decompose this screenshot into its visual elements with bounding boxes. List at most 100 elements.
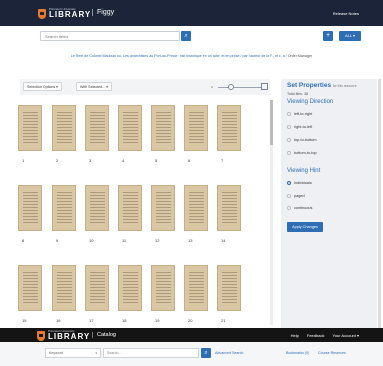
- breadcrumb-item-link[interactable]: Le Réel de Colonel Maubuis ou, Les anarc…: [71, 54, 285, 58]
- catalog-name[interactable]: Catalog: [92, 332, 116, 338]
- library-name: LIBRARY: [49, 10, 92, 19]
- radio-continuous[interactable]: continuous: [287, 206, 312, 210]
- page-thumbnail[interactable]: 4: [118, 105, 144, 167]
- search-input[interactable]: [40, 31, 180, 41]
- page-label: 11: [122, 238, 127, 243]
- app-name[interactable]: Figgy: [92, 9, 114, 16]
- page-thumbnail[interactable]: 8: [18, 185, 44, 247]
- page-thumbnail[interactable]: 6: [184, 105, 210, 167]
- selection-options-dropdown[interactable]: Selection Options ▾: [23, 82, 62, 91]
- library-logo[interactable]: Princeton University LIBRARY: [38, 8, 91, 19]
- course-reserves-link[interactable]: Course Reserves: [318, 351, 346, 355]
- page-label: 6: [188, 158, 191, 163]
- page-image[interactable]: [151, 105, 175, 151]
- page-thumbnail[interactable]: 18: [118, 265, 144, 327]
- search-button[interactable]: ⌕: [181, 31, 191, 41]
- option-label: right-to-left: [294, 125, 313, 129]
- page-image[interactable]: [85, 265, 109, 311]
- option-label: top-to-bottom: [294, 138, 317, 142]
- page-thumbnail[interactable]: 2: [52, 105, 78, 167]
- page-label: 15: [22, 318, 27, 323]
- page-thumbnail[interactable]: 7: [217, 105, 243, 167]
- set-properties-panel: Set Properties for this resource Total f…: [281, 79, 377, 328]
- page-thumbnail[interactable]: 19: [151, 265, 177, 327]
- page-thumbnail[interactable]: 16: [52, 265, 78, 327]
- radio-icon: [287, 194, 291, 198]
- radio-paged[interactable]: paged: [287, 194, 305, 198]
- chevron-down-icon: ▾: [95, 351, 97, 355]
- page-image[interactable]: [85, 185, 109, 231]
- page-image[interactable]: [217, 265, 241, 311]
- search-field-value: Keyword: [49, 351, 63, 355]
- page-thumbnail[interactable]: 21: [217, 265, 243, 327]
- library-name: LIBRARY: [48, 332, 91, 341]
- panel-scrollbar[interactable]: [378, 79, 381, 328]
- feedback-link[interactable]: Feedback: [307, 333, 325, 338]
- page-image[interactable]: [52, 105, 76, 151]
- radio-top-to-bottom[interactable]: top-to-bottom: [287, 138, 317, 142]
- top-navbar: Princeton University LIBRARY Figgy Relea…: [0, 0, 383, 26]
- page-thumbnail[interactable]: 17: [85, 265, 111, 327]
- page-label: 5: [155, 158, 158, 163]
- scope-dropdown[interactable]: ALL ▾: [339, 31, 361, 41]
- page-image[interactable]: [52, 185, 76, 231]
- advanced-search-link[interactable]: Advanced Search: [215, 351, 243, 355]
- search-icon: ⌕: [204, 350, 208, 356]
- page-image[interactable]: [118, 265, 142, 311]
- page-image[interactable]: [184, 105, 208, 151]
- page-label: 20: [188, 318, 193, 323]
- catalog-search-input[interactable]: Search...: [103, 348, 199, 358]
- radio-left-to-right[interactable]: left-to-right: [287, 112, 312, 116]
- panel-title: Set Properties for this resource: [287, 82, 357, 89]
- page-thumbnail[interactable]: 3: [85, 105, 111, 167]
- page-thumbnail[interactable]: 13: [184, 185, 210, 247]
- grid-scrollbar-thumb[interactable]: [270, 100, 273, 145]
- account-menu[interactable]: Your Account ▾: [332, 333, 359, 338]
- radio-right-to-left[interactable]: right-to-left: [287, 125, 312, 129]
- page-thumbnail[interactable]: 14: [217, 185, 243, 247]
- page-thumbnail[interactable]: 5: [151, 105, 177, 167]
- page-image[interactable]: [18, 185, 42, 231]
- catalog-links: Help Feedback Your Account ▾: [291, 333, 359, 338]
- page-image[interactable]: [18, 265, 42, 311]
- page-image[interactable]: [184, 185, 208, 231]
- page-image[interactable]: [151, 265, 175, 311]
- with-selected-dropdown[interactable]: With Selected... ▾: [76, 82, 112, 91]
- page-label: 9: [56, 238, 59, 243]
- gallery-view-icon[interactable]: [261, 83, 268, 90]
- page-image[interactable]: [217, 185, 241, 231]
- search-field-select[interactable]: Keyword ▾: [45, 348, 101, 358]
- page-image[interactable]: [85, 105, 109, 151]
- page-image[interactable]: [184, 265, 208, 311]
- help-link[interactable]: Help: [291, 333, 299, 338]
- page-thumbnail[interactable]: 9: [52, 185, 78, 247]
- add-button[interactable]: +: [323, 31, 333, 41]
- option-label: paged: [294, 194, 305, 198]
- zoom-slider[interactable]: [218, 87, 262, 88]
- page-thumbnail[interactable]: 20: [184, 265, 210, 327]
- page-image[interactable]: [52, 265, 76, 311]
- page-thumbnail[interactable]: 12: [151, 185, 177, 247]
- page-image[interactable]: [118, 105, 142, 151]
- zoom-slider-handle[interactable]: [228, 84, 234, 90]
- release-notes-link[interactable]: Release Notes: [333, 11, 359, 16]
- catalog-search-button[interactable]: ⌕: [201, 348, 211, 358]
- radio-icon: [287, 112, 291, 116]
- apply-changes-button[interactable]: Apply Changes: [287, 222, 323, 232]
- page-thumbnail[interactable]: 11: [118, 185, 144, 247]
- page-image[interactable]: [18, 105, 42, 151]
- page-thumbnail[interactable]: 15: [18, 265, 44, 327]
- page-image[interactable]: [118, 185, 142, 231]
- page-thumbnail[interactable]: 10: [85, 185, 111, 247]
- page-label: 4: [122, 158, 125, 163]
- page-image[interactable]: [217, 105, 241, 151]
- page-thumbnail[interactable]: 1: [18, 105, 44, 167]
- page-label: 2: [56, 158, 59, 163]
- catalog-logo[interactable]: Princeton University LIBRARY: [37, 330, 90, 341]
- search-bar: ⌕ + ALL ▾: [0, 26, 383, 48]
- radio-bottom-to-top[interactable]: bottom-to-top: [287, 151, 317, 155]
- radio-icon: [287, 151, 291, 155]
- page-image[interactable]: [151, 185, 175, 231]
- bookmarks-link[interactable]: Bookmarks (0): [286, 351, 309, 355]
- radio-individuals[interactable]: individuals: [287, 181, 312, 185]
